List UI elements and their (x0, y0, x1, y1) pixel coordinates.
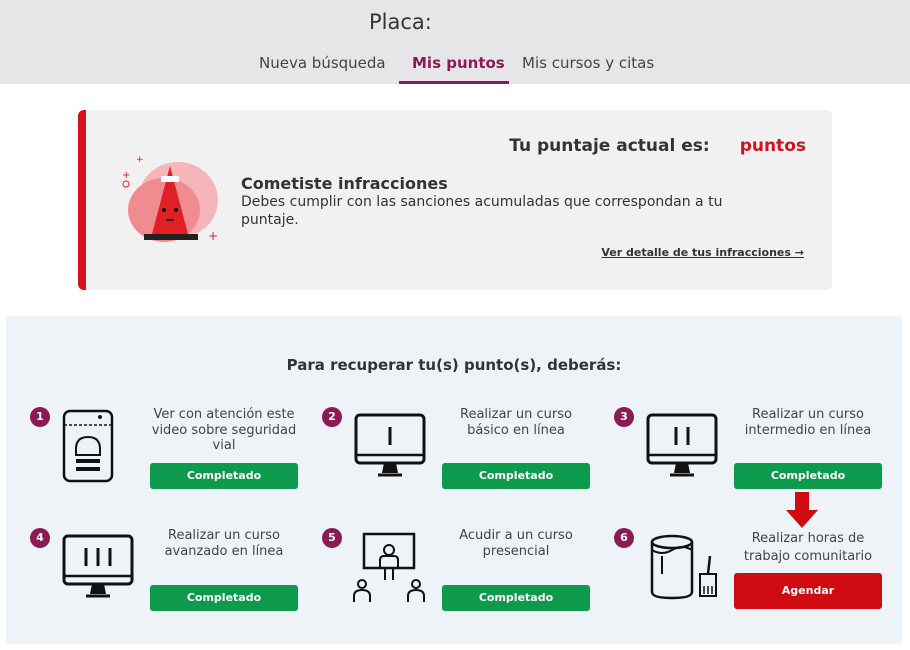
monitor-one-icon (354, 413, 426, 477)
step-number: 6 (614, 528, 634, 548)
recovery-title: Para recuperar tu(s) punto(s), deberás: (286, 356, 622, 374)
step-description: Realizar un curso intermedio en línea (744, 407, 872, 438)
arrow-down-icon (786, 492, 818, 528)
step-number: 4 (30, 528, 50, 548)
score-label: Tu puntaje actual es: (509, 136, 710, 156)
monitor-two-icon (646, 413, 718, 477)
step-description: Realizar horas de trabajo comunitario (743, 531, 873, 564)
score-display: Tu puntaje actual es: puntos (509, 136, 806, 156)
phone-video-icon (62, 409, 114, 483)
step-number: 2 (322, 407, 342, 427)
step-number: 1 (30, 407, 50, 427)
step-description: Realizar un curso avanzado en línea (164, 528, 284, 559)
tab-mis-cursos-y-citas[interactable]: Mis cursos y citas (522, 54, 654, 72)
step-3-completed-button[interactable]: Completado (734, 463, 882, 489)
step-1-completed-button[interactable]: Completado (150, 463, 298, 489)
tab-mis-puntos[interactable]: Mis puntos (412, 54, 505, 72)
step-description: Acudir a un curso presencial (459, 528, 573, 559)
infractions-detail-link[interactable]: Ver detalle de tus infracciones → (601, 246, 804, 259)
infractions-card: Tu puntaje actual es: puntos + + + Cometi… (78, 110, 832, 290)
infractions-detail-link-label: Ver detalle de tus infracciones (601, 246, 791, 259)
monitor-three-icon (62, 534, 134, 598)
step-number: 5 (322, 528, 342, 548)
recovery-step-5: 5 Acudir a un curso presencial Completad… (322, 528, 612, 628)
recovery-step-6: 6 Realizar horas de trabajo comunitario … (614, 528, 904, 628)
infractions-description: Debes cumplir con las sanciones acumulad… (241, 194, 723, 228)
recovery-step-4: 4 Realizar un curso avanzado en línea Co… (30, 528, 320, 628)
placa-label: Placa: (369, 10, 432, 34)
svg-text:+: + (136, 155, 144, 165)
step-description: Realizar un curso básico en línea (460, 407, 572, 438)
recovery-step-2: 2 Realizar un curso básico en línea Comp… (322, 407, 612, 507)
recovery-step-3: 3 Realizar un curso intermedio en línea … (614, 407, 904, 507)
step-2-completed-button[interactable]: Completado (442, 463, 590, 489)
arrow-right-icon: → (794, 246, 804, 259)
score-unit: puntos (739, 136, 806, 156)
classroom-icon (353, 532, 425, 602)
recovery-step-1: 1 Ver con atención este video sobre segu… (30, 407, 320, 507)
agendar-button[interactable]: Agendar (734, 573, 882, 609)
svg-text:+: + (122, 170, 130, 181)
tab-nueva-busqueda[interactable]: Nueva búsqueda (259, 54, 386, 72)
active-tab-indicator (399, 81, 509, 84)
paint-bucket-icon (650, 534, 717, 600)
step-number: 3 (614, 407, 634, 427)
infractions-title: Cometiste infracciones (241, 174, 448, 193)
svg-text:+: + (208, 229, 218, 243)
step-4-completed-button[interactable]: Completado (150, 585, 298, 611)
tab-bar: Nueva búsqueda Mis puntos Mis cursos y c… (0, 54, 910, 84)
step-description: Ver con atención este video sobre seguri… (151, 407, 297, 453)
step-5-completed-button[interactable]: Completado (442, 585, 590, 611)
traffic-cone-icon: + + + (122, 155, 218, 243)
